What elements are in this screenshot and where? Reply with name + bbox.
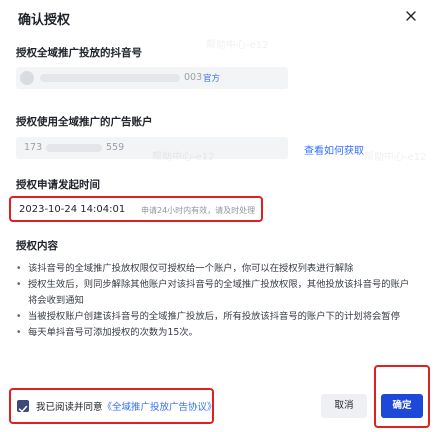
request-time-highlight: 2023-10-24 14:04:01 申请24小时内有效，请及时处理 bbox=[9, 196, 263, 222]
confirm-highlight: 确定 bbox=[374, 365, 430, 428]
redacted-text bbox=[46, 144, 102, 152]
ad-account-label: 授权使用全域推广的广告账户 bbox=[16, 116, 153, 128]
redacted-text bbox=[40, 74, 180, 82]
close-icon[interactable] bbox=[403, 8, 419, 24]
douyin-account-suffix: 003 bbox=[184, 72, 203, 83]
dialog-title: 确认授权 bbox=[18, 13, 71, 28]
request-time-label: 授权申请发起时间 bbox=[16, 179, 100, 191]
list-item: 每天单抖音号可添加授权的次数为15次。 bbox=[16, 325, 416, 341]
agree-checkbox[interactable] bbox=[17, 400, 29, 413]
agree-prefix: 我已阅读并同意 bbox=[36, 402, 103, 413]
authorize-dialog: 确认授权 授权全域推广投放的抖音号 003 官方 授权使用全域推广的广告账户 1… bbox=[0, 0, 437, 432]
ad-account-suffix: 559 bbox=[106, 142, 125, 153]
agreement-highlight: 我已阅读并同意《全域推广投放广告协议》 bbox=[9, 388, 217, 424]
content-label: 授权内容 bbox=[16, 240, 58, 252]
watermark: 帮助中心-e12 bbox=[152, 152, 215, 163]
list-item: 该抖音号的全域推广投放权限仅可授权给一个账户，你可以在授权列表进行解除 bbox=[16, 261, 416, 277]
how-to-get-link[interactable]: 查看如何获取 bbox=[304, 142, 364, 157]
watermark: 帮助中心-e12 bbox=[206, 40, 269, 51]
official-badge: 官方 bbox=[203, 74, 221, 84]
avatar bbox=[20, 71, 34, 85]
check-icon bbox=[18, 405, 28, 413]
agreement-link[interactable]: 《全域推广投放广告协议》 bbox=[103, 402, 217, 413]
request-time-hint: 申请24小时内有效，请及时处理 bbox=[141, 206, 256, 215]
list-item: 授权生效后，则同步解除其他账户对该抖音号的全域推广投放权限，其他投放该抖音号的账… bbox=[16, 277, 416, 309]
cancel-button[interactable]: 取消 bbox=[321, 394, 367, 418]
watermark: 帮助中心-e12 bbox=[364, 152, 427, 163]
list-item: 当被授权账户创建该抖音号的全域推广投放后，所有投放该抖音号的账户下的计划将会暂停 bbox=[16, 309, 416, 325]
request-time-value: 2023-10-24 14:04:01 bbox=[19, 204, 126, 215]
douyin-account-field: 003 官方 bbox=[16, 67, 288, 89]
douyin-label: 授权全域推广投放的抖音号 bbox=[16, 47, 142, 59]
agreement-text: 我已阅读并同意《全域推广投放广告协议》 bbox=[36, 399, 217, 413]
content-list: 该抖音号的全域推广投放权限仅可授权给一个账户，你可以在授权列表进行解除 授权生效… bbox=[16, 261, 416, 341]
confirm-button[interactable]: 确定 bbox=[381, 394, 423, 418]
ad-account-prefix: 173 bbox=[24, 142, 43, 153]
